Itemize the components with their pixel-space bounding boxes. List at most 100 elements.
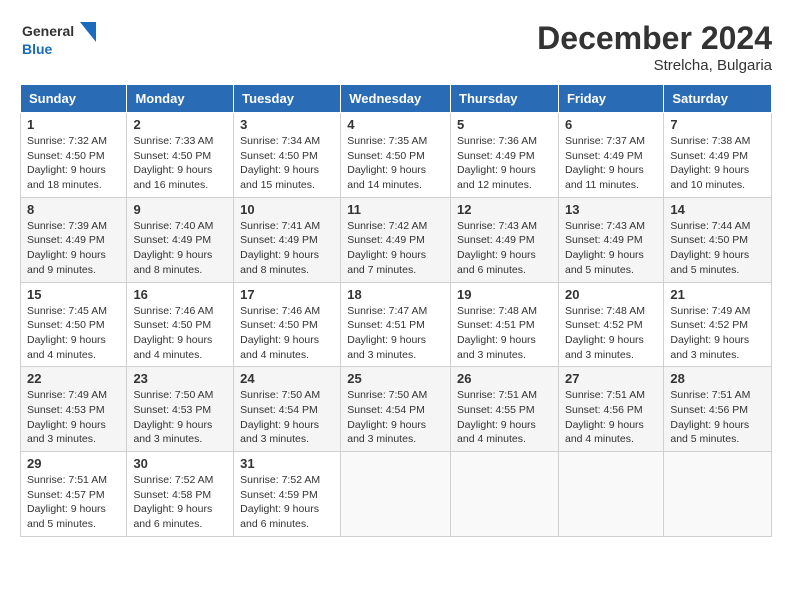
day-number: 29 bbox=[27, 456, 120, 471]
calendar-cell: 16 Sunrise: 7:46 AM Sunset: 4:50 PM Dayl… bbox=[127, 282, 234, 367]
page-header: General Blue December 2024 Strelcha, Bul… bbox=[20, 20, 772, 74]
day-info: Sunrise: 7:49 AM Sunset: 4:53 PM Dayligh… bbox=[27, 388, 120, 447]
day-info: Sunrise: 7:46 AM Sunset: 4:50 PM Dayligh… bbox=[240, 304, 334, 363]
calendar-cell: 13 Sunrise: 7:43 AM Sunset: 4:49 PM Dayl… bbox=[558, 197, 663, 282]
day-number: 7 bbox=[670, 117, 765, 132]
calendar-cell: 30 Sunrise: 7:52 AM Sunset: 4:58 PM Dayl… bbox=[127, 452, 234, 537]
calendar-cell: 27 Sunrise: 7:51 AM Sunset: 4:56 PM Dayl… bbox=[558, 367, 663, 452]
calendar-cell: 17 Sunrise: 7:46 AM Sunset: 4:50 PM Dayl… bbox=[234, 282, 341, 367]
day-info: Sunrise: 7:36 AM Sunset: 4:49 PM Dayligh… bbox=[457, 134, 552, 193]
calendar-week-row: 22 Sunrise: 7:49 AM Sunset: 4:53 PM Dayl… bbox=[21, 367, 772, 452]
day-info: Sunrise: 7:50 AM Sunset: 4:53 PM Dayligh… bbox=[133, 388, 227, 447]
day-number: 9 bbox=[133, 202, 227, 217]
month-title: December 2024 bbox=[537, 20, 772, 57]
col-tuesday: Tuesday bbox=[234, 85, 341, 113]
day-info: Sunrise: 7:39 AM Sunset: 4:49 PM Dayligh… bbox=[27, 219, 120, 278]
day-number: 19 bbox=[457, 287, 552, 302]
day-info: Sunrise: 7:50 AM Sunset: 4:54 PM Dayligh… bbox=[240, 388, 334, 447]
day-number: 20 bbox=[565, 287, 657, 302]
calendar-cell: 14 Sunrise: 7:44 AM Sunset: 4:50 PM Dayl… bbox=[664, 197, 772, 282]
day-info: Sunrise: 7:33 AM Sunset: 4:50 PM Dayligh… bbox=[133, 134, 227, 193]
day-info: Sunrise: 7:49 AM Sunset: 4:52 PM Dayligh… bbox=[670, 304, 765, 363]
calendar-cell: 6 Sunrise: 7:37 AM Sunset: 4:49 PM Dayli… bbox=[558, 113, 663, 198]
calendar-cell: 7 Sunrise: 7:38 AM Sunset: 4:49 PM Dayli… bbox=[664, 113, 772, 198]
calendar-cell: 26 Sunrise: 7:51 AM Sunset: 4:55 PM Dayl… bbox=[451, 367, 559, 452]
day-info: Sunrise: 7:37 AM Sunset: 4:49 PM Dayligh… bbox=[565, 134, 657, 193]
day-info: Sunrise: 7:38 AM Sunset: 4:49 PM Dayligh… bbox=[670, 134, 765, 193]
col-sunday: Sunday bbox=[21, 85, 127, 113]
day-number: 10 bbox=[240, 202, 334, 217]
svg-text:Blue: Blue bbox=[22, 41, 53, 57]
day-number: 18 bbox=[347, 287, 444, 302]
day-number: 5 bbox=[457, 117, 552, 132]
calendar-week-row: 1 Sunrise: 7:32 AM Sunset: 4:50 PM Dayli… bbox=[21, 113, 772, 198]
day-info: Sunrise: 7:34 AM Sunset: 4:50 PM Dayligh… bbox=[240, 134, 334, 193]
day-info: Sunrise: 7:48 AM Sunset: 4:51 PM Dayligh… bbox=[457, 304, 552, 363]
calendar-cell bbox=[341, 452, 451, 537]
calendar-cell: 28 Sunrise: 7:51 AM Sunset: 4:56 PM Dayl… bbox=[664, 367, 772, 452]
day-number: 8 bbox=[27, 202, 120, 217]
day-number: 2 bbox=[133, 117, 227, 132]
day-info: Sunrise: 7:32 AM Sunset: 4:50 PM Dayligh… bbox=[27, 134, 120, 193]
col-thursday: Thursday bbox=[451, 85, 559, 113]
logo-svg: General Blue bbox=[20, 20, 100, 64]
day-number: 24 bbox=[240, 371, 334, 386]
logo: General Blue bbox=[20, 20, 100, 64]
day-number: 17 bbox=[240, 287, 334, 302]
calendar-cell: 4 Sunrise: 7:35 AM Sunset: 4:50 PM Dayli… bbox=[341, 113, 451, 198]
day-number: 28 bbox=[670, 371, 765, 386]
day-number: 11 bbox=[347, 202, 444, 217]
calendar-cell: 11 Sunrise: 7:42 AM Sunset: 4:49 PM Dayl… bbox=[341, 197, 451, 282]
day-info: Sunrise: 7:41 AM Sunset: 4:49 PM Dayligh… bbox=[240, 219, 334, 278]
day-number: 26 bbox=[457, 371, 552, 386]
day-info: Sunrise: 7:52 AM Sunset: 4:59 PM Dayligh… bbox=[240, 473, 334, 532]
calendar-cell: 23 Sunrise: 7:50 AM Sunset: 4:53 PM Dayl… bbox=[127, 367, 234, 452]
day-number: 25 bbox=[347, 371, 444, 386]
day-number: 12 bbox=[457, 202, 552, 217]
calendar-week-row: 29 Sunrise: 7:51 AM Sunset: 4:57 PM Dayl… bbox=[21, 452, 772, 537]
day-info: Sunrise: 7:50 AM Sunset: 4:54 PM Dayligh… bbox=[347, 388, 444, 447]
day-number: 4 bbox=[347, 117, 444, 132]
day-info: Sunrise: 7:43 AM Sunset: 4:49 PM Dayligh… bbox=[457, 219, 552, 278]
day-number: 1 bbox=[27, 117, 120, 132]
calendar-cell: 21 Sunrise: 7:49 AM Sunset: 4:52 PM Dayl… bbox=[664, 282, 772, 367]
calendar-cell: 1 Sunrise: 7:32 AM Sunset: 4:50 PM Dayli… bbox=[21, 113, 127, 198]
calendar-cell: 20 Sunrise: 7:48 AM Sunset: 4:52 PM Dayl… bbox=[558, 282, 663, 367]
day-info: Sunrise: 7:47 AM Sunset: 4:51 PM Dayligh… bbox=[347, 304, 444, 363]
day-number: 31 bbox=[240, 456, 334, 471]
day-info: Sunrise: 7:40 AM Sunset: 4:49 PM Dayligh… bbox=[133, 219, 227, 278]
day-number: 14 bbox=[670, 202, 765, 217]
day-info: Sunrise: 7:51 AM Sunset: 4:57 PM Dayligh… bbox=[27, 473, 120, 532]
day-info: Sunrise: 7:45 AM Sunset: 4:50 PM Dayligh… bbox=[27, 304, 120, 363]
calendar-cell bbox=[664, 452, 772, 537]
calendar-cell: 9 Sunrise: 7:40 AM Sunset: 4:49 PM Dayli… bbox=[127, 197, 234, 282]
col-monday: Monday bbox=[127, 85, 234, 113]
day-info: Sunrise: 7:48 AM Sunset: 4:52 PM Dayligh… bbox=[565, 304, 657, 363]
day-info: Sunrise: 7:42 AM Sunset: 4:49 PM Dayligh… bbox=[347, 219, 444, 278]
calendar-cell: 18 Sunrise: 7:47 AM Sunset: 4:51 PM Dayl… bbox=[341, 282, 451, 367]
calendar-cell: 24 Sunrise: 7:50 AM Sunset: 4:54 PM Dayl… bbox=[234, 367, 341, 452]
day-info: Sunrise: 7:51 AM Sunset: 4:55 PM Dayligh… bbox=[457, 388, 552, 447]
day-number: 3 bbox=[240, 117, 334, 132]
day-info: Sunrise: 7:43 AM Sunset: 4:49 PM Dayligh… bbox=[565, 219, 657, 278]
day-info: Sunrise: 7:44 AM Sunset: 4:50 PM Dayligh… bbox=[670, 219, 765, 278]
calendar-cell: 19 Sunrise: 7:48 AM Sunset: 4:51 PM Dayl… bbox=[451, 282, 559, 367]
day-number: 22 bbox=[27, 371, 120, 386]
calendar-cell: 31 Sunrise: 7:52 AM Sunset: 4:59 PM Dayl… bbox=[234, 452, 341, 537]
day-info: Sunrise: 7:46 AM Sunset: 4:50 PM Dayligh… bbox=[133, 304, 227, 363]
col-wednesday: Wednesday bbox=[341, 85, 451, 113]
day-info: Sunrise: 7:51 AM Sunset: 4:56 PM Dayligh… bbox=[670, 388, 765, 447]
day-number: 21 bbox=[670, 287, 765, 302]
calendar-cell: 3 Sunrise: 7:34 AM Sunset: 4:50 PM Dayli… bbox=[234, 113, 341, 198]
calendar-cell: 15 Sunrise: 7:45 AM Sunset: 4:50 PM Dayl… bbox=[21, 282, 127, 367]
calendar-header-row: Sunday Monday Tuesday Wednesday Thursday… bbox=[21, 85, 772, 113]
calendar-cell bbox=[558, 452, 663, 537]
calendar-cell: 22 Sunrise: 7:49 AM Sunset: 4:53 PM Dayl… bbox=[21, 367, 127, 452]
day-number: 13 bbox=[565, 202, 657, 217]
title-area: December 2024 Strelcha, Bulgaria bbox=[537, 20, 772, 74]
calendar-cell: 2 Sunrise: 7:33 AM Sunset: 4:50 PM Dayli… bbox=[127, 113, 234, 198]
day-info: Sunrise: 7:35 AM Sunset: 4:50 PM Dayligh… bbox=[347, 134, 444, 193]
col-saturday: Saturday bbox=[664, 85, 772, 113]
day-number: 16 bbox=[133, 287, 227, 302]
calendar-cell bbox=[451, 452, 559, 537]
